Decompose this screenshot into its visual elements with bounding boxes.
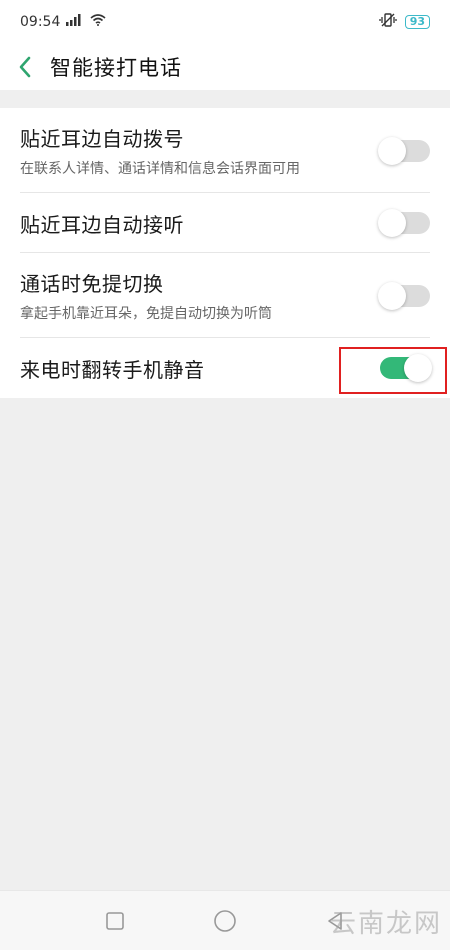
setting-text: 贴近耳边自动拨号 在联系人详情、通话详情和信息会话界面可用 bbox=[20, 123, 370, 178]
status-bar: 09:54 93 bbox=[0, 0, 450, 44]
setting-title: 贴近耳边自动拨号 bbox=[20, 127, 184, 151]
toggle-knob bbox=[378, 209, 406, 237]
highlight-box bbox=[339, 347, 447, 394]
toggle-knob bbox=[378, 281, 406, 310]
auto-answer-toggle[interactable] bbox=[378, 209, 430, 237]
setting-row-auto-dial[interactable]: 贴近耳边自动拨号 在联系人详情、通话详情和信息会话界面可用 bbox=[0, 108, 450, 193]
setting-row-auto-answer[interactable]: 贴近耳边自动接听 bbox=[0, 193, 450, 253]
page-title: 智能接打电话 bbox=[50, 56, 182, 80]
setting-title: 来电时翻转手机静音 bbox=[20, 357, 205, 382]
section-gap bbox=[0, 90, 450, 108]
speaker-switch-toggle[interactable] bbox=[378, 281, 430, 310]
setting-title: 通话时免提切换 bbox=[20, 272, 164, 296]
setting-subtitle: 在联系人详情、通话详情和信息会话界面可用 bbox=[20, 161, 300, 177]
status-right: 93 bbox=[379, 13, 430, 31]
signal-icon bbox=[66, 14, 84, 30]
square-icon bbox=[106, 911, 124, 930]
toggle-knob bbox=[378, 136, 406, 165]
vibrate-icon bbox=[379, 13, 397, 31]
recent-apps-button[interactable] bbox=[95, 901, 135, 941]
battery-indicator: 93 bbox=[404, 15, 430, 29]
page-header: 智能接打电话 bbox=[0, 44, 450, 90]
setting-text: 贴近耳边自动接听 bbox=[20, 209, 370, 238]
setting-title: 贴近耳边自动接听 bbox=[20, 212, 184, 237]
status-left: 09:54 bbox=[20, 14, 106, 30]
setting-row-speaker-switch[interactable]: 通话时免提切换 拿起手机靠近耳朵，免提自动切换为听筒 bbox=[0, 253, 450, 338]
phone-screen: 09:54 93 智能接打电话 贴近耳边自动拨号 在联系人详情、通话详情和信息会… bbox=[0, 0, 450, 950]
auto-dial-toggle[interactable] bbox=[378, 136, 430, 165]
wifi-icon bbox=[90, 14, 106, 30]
setting-text: 来电时翻转手机静音 bbox=[20, 354, 370, 383]
circle-icon bbox=[214, 909, 236, 932]
setting-text: 通话时免提切换 拿起手机靠近耳朵，免提自动切换为听筒 bbox=[20, 268, 370, 323]
setting-subtitle: 拿起手机靠近耳朵，免提自动切换为听筒 bbox=[20, 306, 272, 322]
home-button[interactable] bbox=[205, 901, 245, 941]
status-time: 09:54 bbox=[20, 14, 61, 30]
back-arrow-icon[interactable] bbox=[0, 44, 50, 90]
watermark-text: 云南龙网 bbox=[329, 909, 442, 939]
